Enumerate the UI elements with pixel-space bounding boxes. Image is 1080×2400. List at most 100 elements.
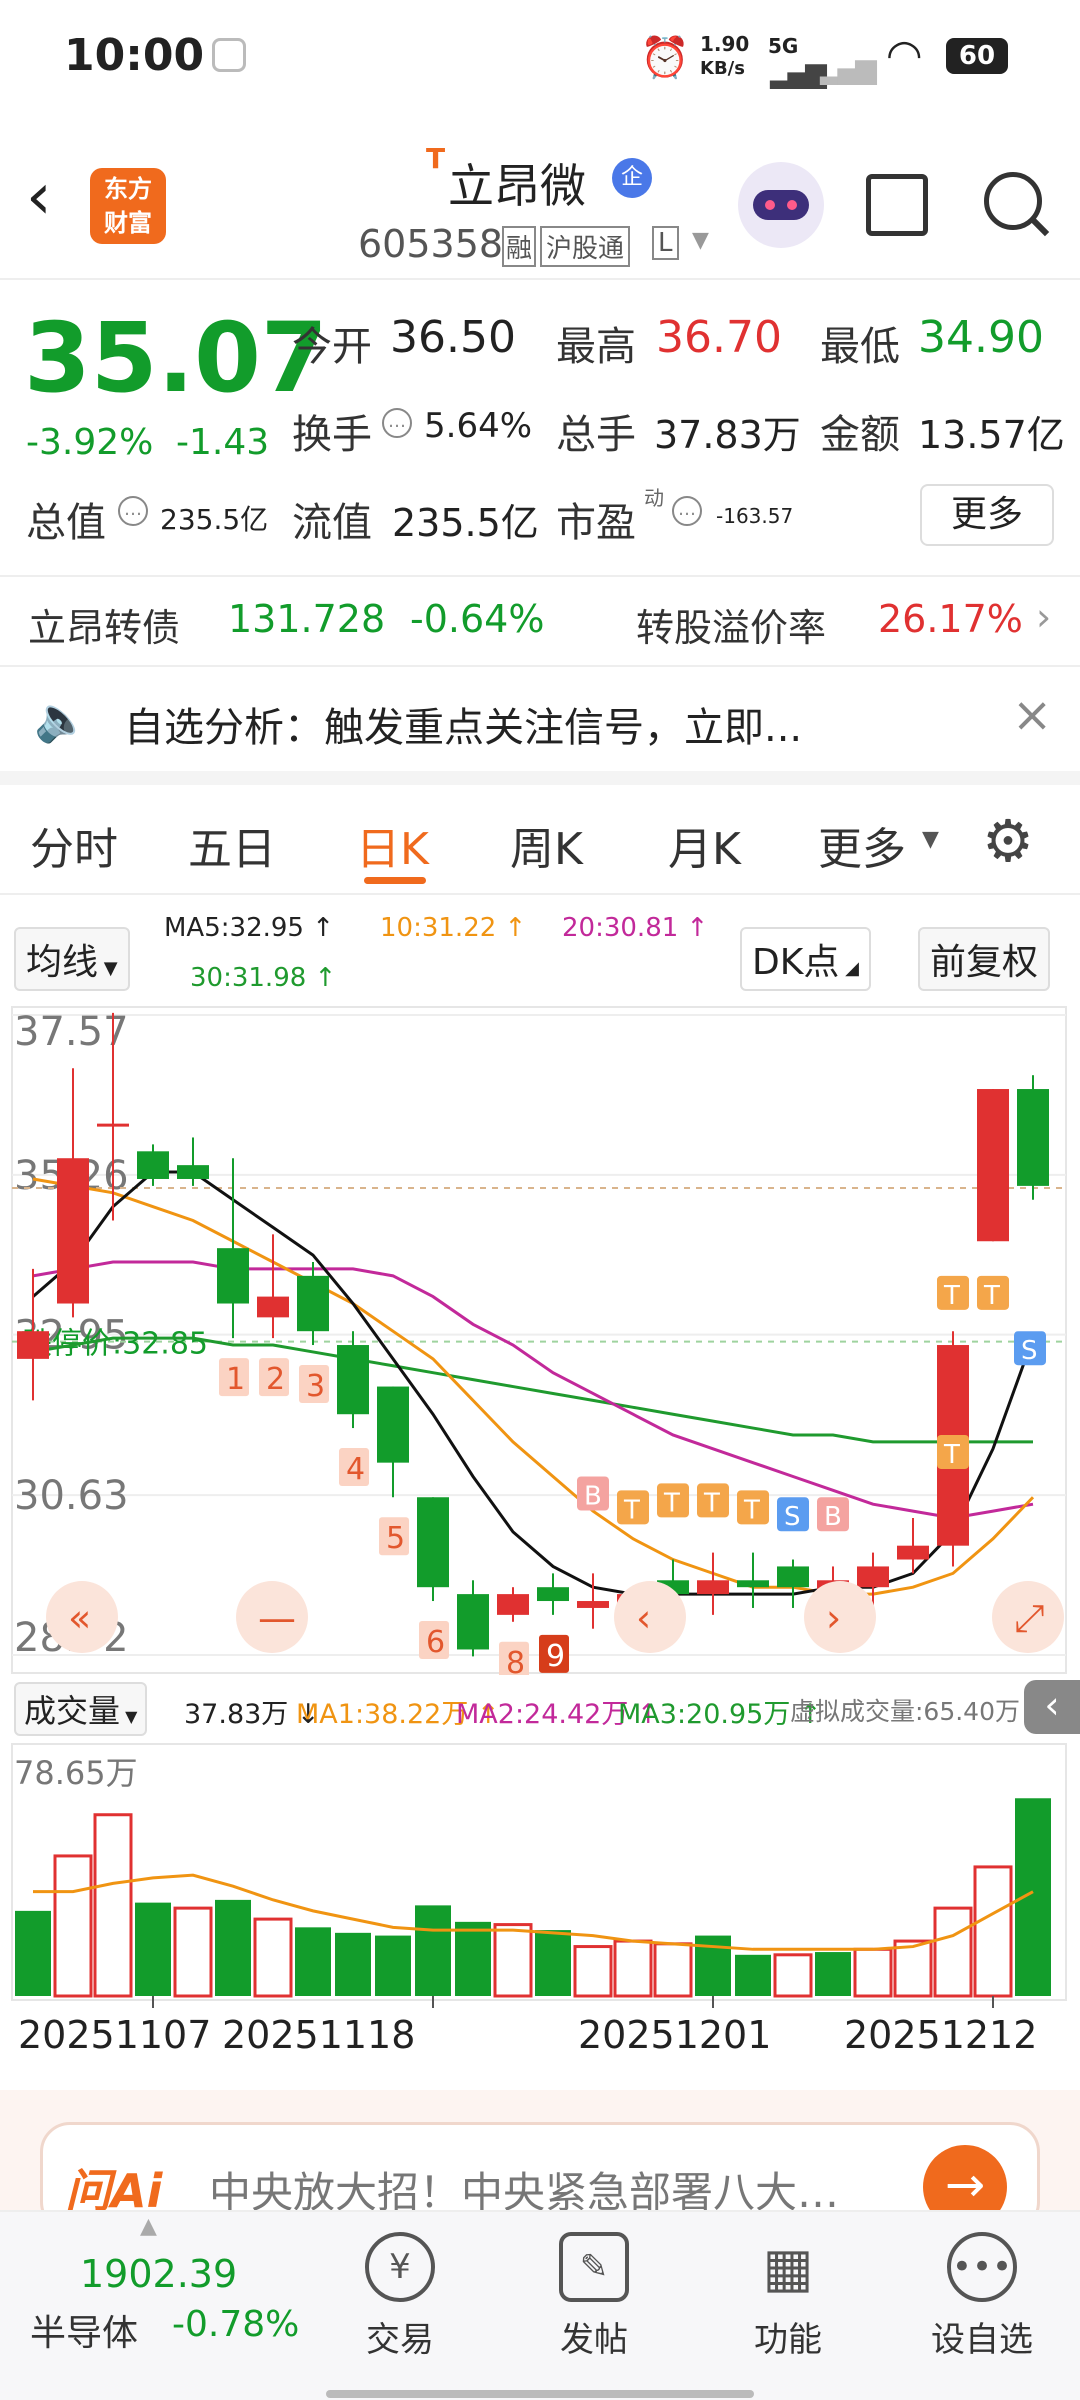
date-label: 20251212	[844, 2013, 1038, 2057]
volume-bar	[375, 1935, 411, 1996]
more-button[interactable]: 更多	[920, 484, 1054, 546]
volume-chart[interactable]: 78.65万	[0, 1740, 1080, 2040]
ma-indicator-select[interactable]: 均线 ▼	[14, 927, 130, 991]
candle-body	[457, 1594, 489, 1650]
marker-letter: T	[663, 1488, 680, 1518]
signal-number: 4	[346, 1452, 365, 1487]
alarm-icon: ⏰	[640, 35, 690, 81]
share-icon[interactable]	[866, 174, 928, 236]
candle-body	[737, 1580, 769, 1588]
tab-five-day[interactable]: 五日	[188, 813, 276, 877]
high-value: 36.70	[656, 312, 782, 363]
turnover-value: 5.64%	[424, 406, 533, 446]
speaker-icon: 🔈	[34, 694, 89, 745]
tab-daily-k[interactable]: 日K	[356, 813, 429, 877]
signal-number: 9	[546, 1639, 565, 1674]
net-speed-value: 1.90	[700, 32, 750, 56]
premium-value: 26.17%	[878, 597, 1023, 641]
nav-function[interactable]: ▦ 功能	[718, 2232, 858, 2361]
volume-bar	[455, 1921, 491, 1996]
search-handle	[1030, 217, 1050, 237]
kline-chart[interactable]: 37.5735.2632.9530.6328.32跌停价:32.85123456…	[0, 1005, 1080, 1715]
tab-monthly-k[interactable]: 月K	[668, 813, 741, 877]
pe-label: 市盈	[556, 500, 636, 546]
candle-body	[177, 1165, 209, 1179]
volume-value: 37.83万	[654, 413, 801, 457]
back-icon[interactable]: ‹	[26, 160, 52, 234]
app-logo: 东方 财富	[90, 168, 166, 244]
margin-tag: 融	[502, 226, 537, 267]
dk-point-button[interactable]: DK点 ◢	[740, 927, 871, 991]
chevron-down-icon[interactable]: ▼	[692, 228, 709, 253]
chevron-right-icon: ›	[1036, 595, 1052, 639]
zoom-out-icon-glyph: —	[258, 1596, 296, 1640]
info-icon[interactable]: …	[118, 496, 148, 526]
wifi-icon: ◠	[886, 30, 923, 79]
nav-add-watch[interactable]: ••• 设自选	[912, 2232, 1052, 2361]
candle-body	[697, 1580, 729, 1595]
candle-body	[897, 1545, 929, 1560]
candle-body	[857, 1566, 889, 1588]
marker-letter: S	[784, 1502, 801, 1532]
t-mark: T	[426, 142, 446, 175]
nav-trade[interactable]: ¥ 交易	[330, 2232, 470, 2361]
ma5-text: MA5:32.95 ↑	[164, 913, 335, 943]
next-icon-glyph: ›	[826, 1596, 841, 1640]
bond-name: 立昂转债	[28, 606, 181, 650]
marker-letter: T	[743, 1495, 760, 1525]
volume-bar	[295, 1927, 331, 1996]
info-icon[interactable]: …	[672, 496, 702, 526]
nav-add-watch-label: 设自选	[931, 2320, 1033, 2360]
more-tag: L	[652, 226, 679, 260]
volume-bar	[893, 1939, 933, 1998]
period-tabs: 分时 五日 日K 周K 月K 更多 ▼ ⚙	[0, 785, 1080, 895]
y-axis-label: 30.63	[14, 1473, 129, 1519]
last-price: 35.07	[24, 302, 328, 414]
volume-legend: 成交量 ▼ 37.83万 ↓ MA1:38.22万 ↑ MA2:24.42万 ↑…	[0, 1680, 1080, 1736]
volume-bar	[93, 1813, 133, 1998]
volume-indicator-label: 成交量	[24, 1692, 121, 1730]
volume-bar	[973, 1865, 1013, 1998]
chevron-down-icon: ▼	[922, 827, 939, 852]
tab-intraday[interactable]: 分时	[30, 813, 118, 877]
notice-text: 自选分析：触发重点关注信号，立即...	[124, 705, 803, 751]
nav-trade-label: 交易	[366, 2320, 434, 2360]
date-label: 20251107	[18, 2013, 212, 2057]
candle-body	[497, 1594, 529, 1615]
volume-bar	[773, 1953, 813, 1998]
adjust-button[interactable]: 前复权	[918, 927, 1051, 991]
nav-post[interactable]: ✎ 发帖	[524, 2232, 664, 2361]
volume-indicator-select[interactable]: 成交量 ▼	[14, 1682, 148, 1736]
close-icon[interactable]: ×	[1012, 687, 1052, 743]
volume-bar	[815, 1952, 851, 1996]
gear-icon[interactable]: ⚙	[982, 807, 1034, 875]
dk-label: DK点	[752, 942, 840, 983]
app-logo-line2: 财富	[104, 209, 152, 237]
marker-letter: B	[584, 1481, 602, 1511]
limit-down-label: 跌停价:32.85	[22, 1327, 208, 1362]
open-value: 36.50	[390, 312, 516, 363]
prev-icon-glyph: ‹	[636, 1596, 651, 1640]
volume-bar	[493, 1923, 533, 1998]
tab-more[interactable]: 更多	[818, 813, 906, 877]
battery-icon: 60	[946, 38, 1008, 74]
status-time: 10:00	[64, 30, 205, 81]
quote-panel: 35.07 -3.92% -1.43 今开 36.50 最高 36.70 最低 …	[0, 282, 1080, 572]
bottom-nav: ▲ 1902.39 半导体 -0.78% ¥ 交易 ✎ 发帖 ▦ 功能 ••• …	[0, 2210, 1080, 2400]
signal-number: 1	[226, 1362, 245, 1397]
date-label: 20251201	[578, 2013, 772, 2057]
convertible-bond-row[interactable]: 立昂转债 131.728 -0.64% 转股溢价率 26.17% ›	[0, 575, 1080, 667]
robot-avatar-icon[interactable]	[738, 162, 824, 248]
clock-icon	[212, 38, 246, 72]
y-axis-label: 37.57	[14, 1009, 129, 1055]
ma5-line	[32, 1170, 1035, 1596]
volume-bar	[15, 1910, 51, 1996]
sector-index-value[interactable]: 1902.39	[80, 2252, 237, 2296]
tab-weekly-k[interactable]: 周K	[510, 813, 583, 877]
pe-sup: 动	[644, 486, 664, 510]
sector-name[interactable]: 半导体	[30, 2304, 138, 2356]
info-icon[interactable]: …	[382, 408, 412, 438]
candle-body	[777, 1566, 809, 1588]
notice-bar[interactable]: 🔈 自选分析：触发重点关注信号，立即... ×	[0, 667, 1080, 785]
collapse-icon[interactable]: ‹	[1024, 1680, 1080, 1734]
